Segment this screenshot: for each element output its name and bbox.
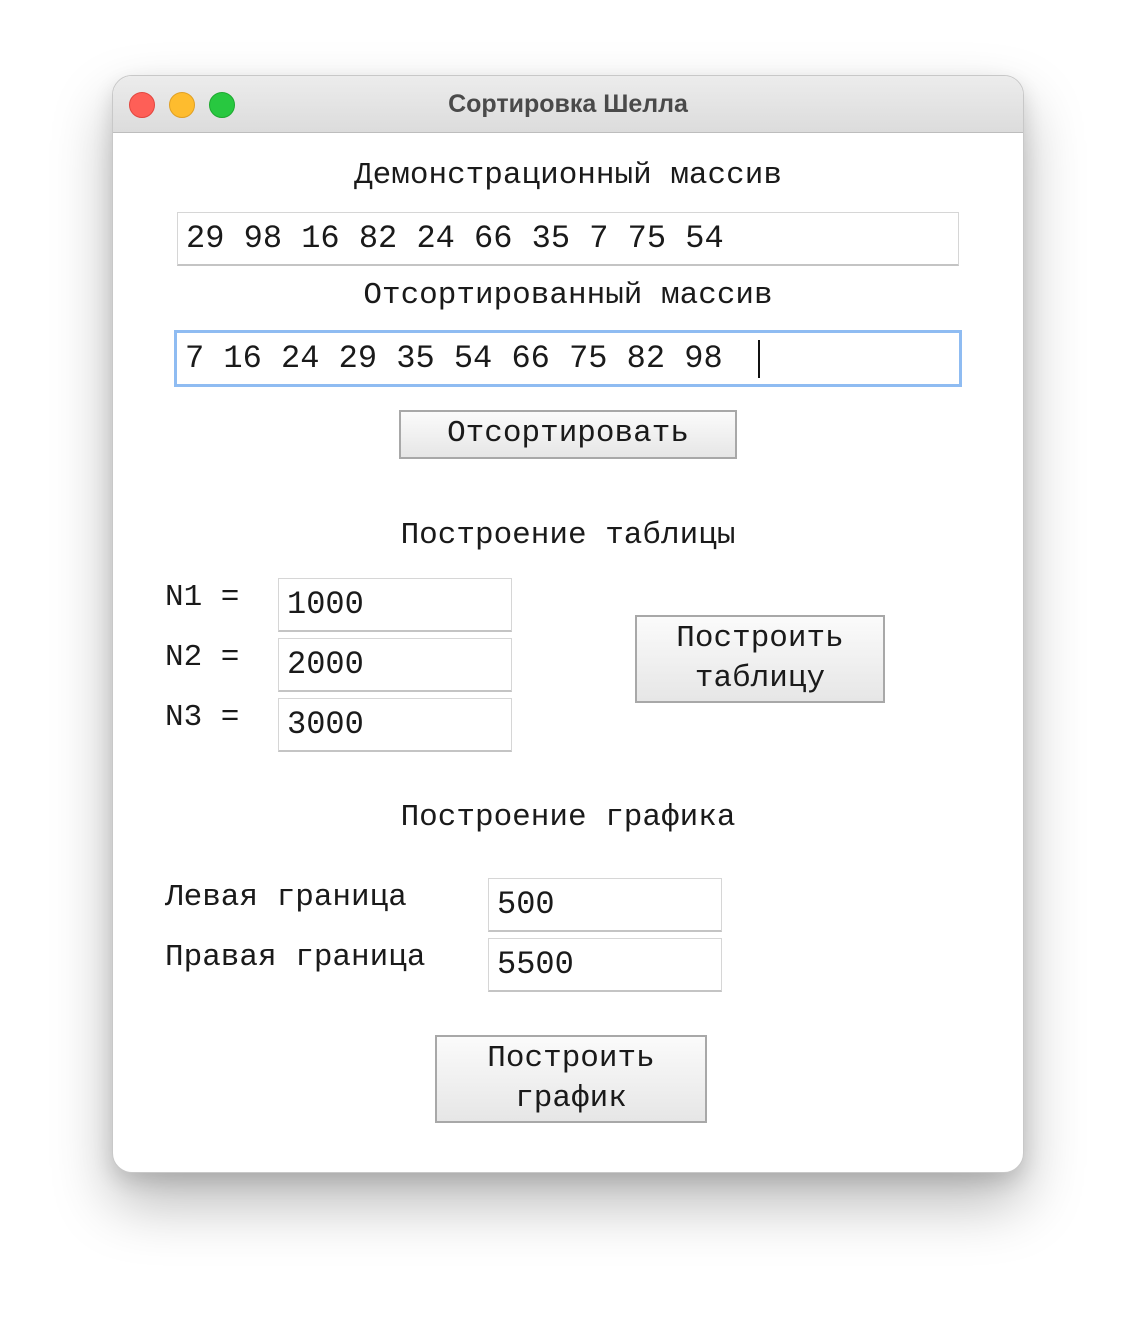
chart-section-header: Построение графика [400,800,736,835]
text-caret [757,339,760,378]
sorted-array-field[interactable]: 7 16 24 29 35 54 66 75 82 98 [174,330,962,387]
demo-array-field[interactable]: 29 98 16 82 24 66 35 7 75 54 [177,212,959,266]
build-chart-button[interactable]: Построить график [435,1035,707,1123]
sorted-array-value: 7 16 24 29 35 54 66 75 82 98 [185,340,742,377]
n3-input[interactable]: 3000 [278,698,512,752]
n1-value: 1000 [287,586,364,623]
n1-input[interactable]: 1000 [278,578,512,632]
right-bound-input[interactable]: 5500 [488,938,722,992]
build-table-button[interactable]: Построить таблицу [635,615,885,703]
left-bound-input[interactable]: 500 [488,878,722,932]
title-bar[interactable]: Сортировка Шелла [113,76,1023,133]
app-window: Сортировка Шелла Демонстрационный массив… [112,75,1024,1173]
n1-label: N1 = [165,580,240,615]
n2-input[interactable]: 2000 [278,638,512,692]
n2-label: N2 = [165,640,240,675]
sort-button[interactable]: Отсортировать [399,410,737,459]
left-bound-label: Левая граница [165,880,407,915]
window-title: Сортировка Шелла [448,90,688,118]
table-section-header: Построение таблицы [400,518,736,553]
sorted-array-label: Отсортированный массив [363,278,773,313]
n2-value: 2000 [287,646,364,683]
left-bound-value: 500 [497,886,555,923]
demo-array-label: Демонстрационный массив [354,158,782,193]
n3-value: 3000 [287,706,364,743]
n3-label: N3 = [165,700,240,735]
right-bound-label: Правая граница [165,940,426,975]
right-bound-value: 5500 [497,946,574,983]
demo-array-value: 29 98 16 82 24 66 35 7 75 54 [186,220,724,257]
